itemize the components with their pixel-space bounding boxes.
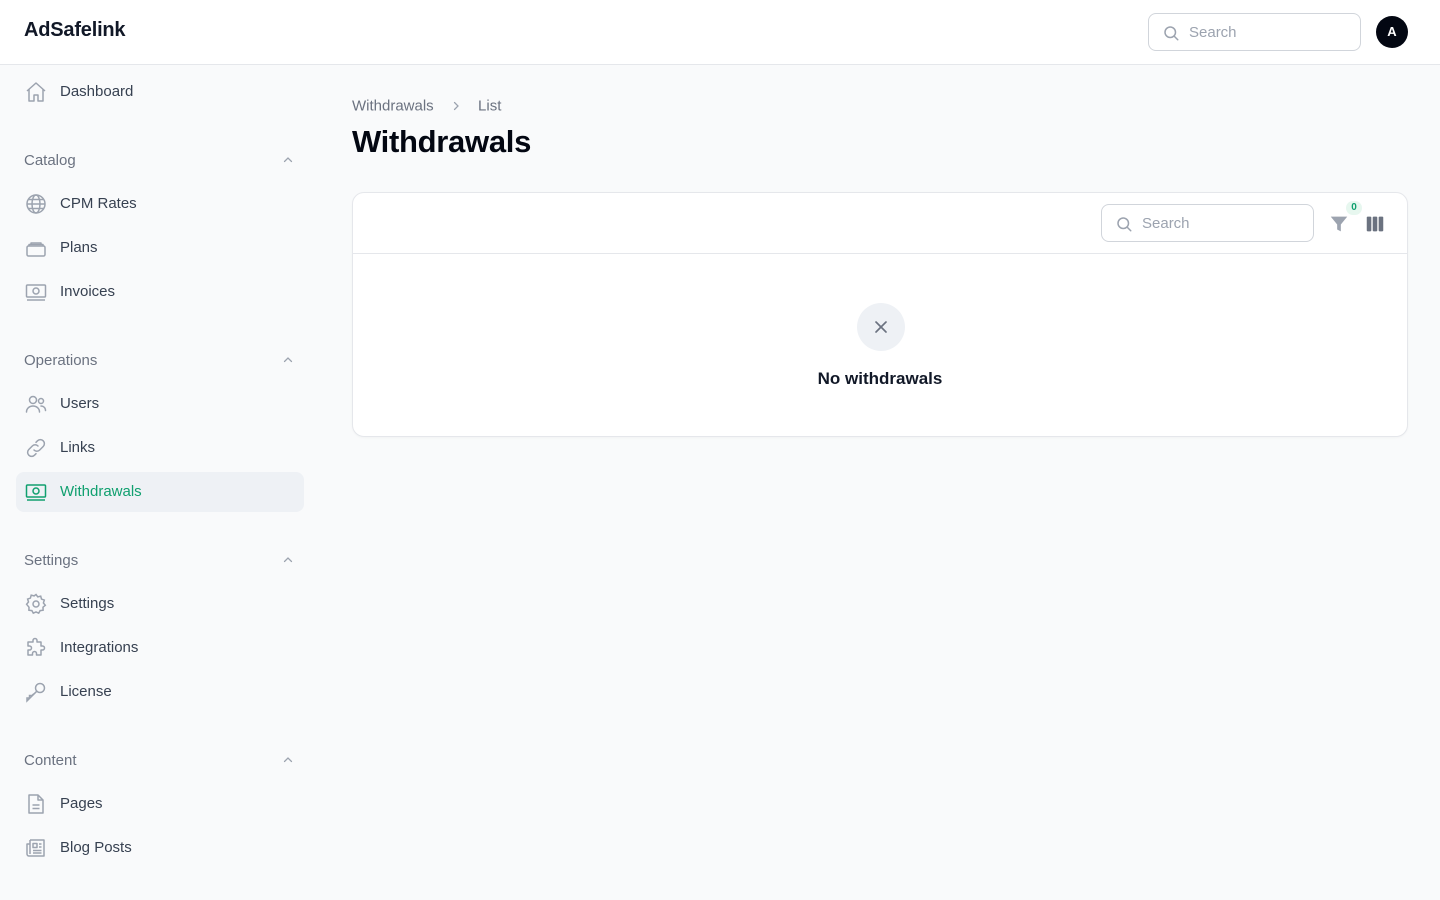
sidebar-item-label: Blog Posts <box>60 839 132 856</box>
group-label: Content <box>24 752 77 769</box>
stack-icon <box>26 242 46 257</box>
banknote-icon <box>25 284 47 301</box>
table-search-input[interactable] <box>1142 205 1302 241</box>
group-operations[interactable]: Operations <box>16 346 304 374</box>
sidebar-item-label: Dashboard <box>60 83 134 100</box>
chevron-up-icon <box>283 557 293 563</box>
sidebar-item-license[interactable]: License <box>16 672 304 712</box>
sidebar-item-label: Withdrawals <box>60 483 142 500</box>
empty-state-icon <box>857 303 905 351</box>
sidebar-item-label: Settings <box>60 595 115 612</box>
banknote-icon <box>25 484 47 501</box>
sidebar: Dashboard Catalog CPM Rates Plans Invoic… <box>0 65 320 900</box>
empty-state-text: No withdrawals <box>817 369 943 388</box>
globe-icon <box>26 194 46 214</box>
document-icon <box>28 794 44 814</box>
sidebar-item-blog-posts[interactable]: Blog Posts <box>16 828 304 868</box>
sidebar-item-links[interactable]: Links <box>16 428 304 468</box>
sidebar-item-label: Integrations <box>60 639 139 656</box>
puzzle-icon <box>27 637 46 656</box>
global-search-input[interactable] <box>1189 14 1349 50</box>
sidebar-item-label: Pages <box>60 795 103 812</box>
key-icon <box>26 682 46 703</box>
breadcrumb-parent[interactable]: Withdrawals <box>352 98 434 115</box>
gear-icon <box>25 593 47 615</box>
sidebar-item-withdrawals[interactable]: Withdrawals <box>16 472 304 512</box>
sidebar-item-users[interactable]: Users <box>16 384 304 424</box>
user-avatar[interactable]: A <box>1376 16 1408 48</box>
group-catalog[interactable]: Catalog <box>16 146 304 174</box>
search-icon <box>1117 217 1132 232</box>
sidebar-item-label: Users <box>60 395 100 412</box>
columns-icon[interactable] <box>1364 213 1386 235</box>
close-icon <box>875 321 887 333</box>
global-search[interactable] <box>1148 13 1361 51</box>
group-label: Catalog <box>24 152 76 169</box>
link-icon <box>26 438 46 458</box>
sidebar-item-plans[interactable]: Plans <box>16 228 304 268</box>
table-search[interactable] <box>1101 204 1314 242</box>
breadcrumb: Withdrawals List <box>352 97 501 115</box>
sidebar-item-dashboard[interactable]: Dashboard <box>16 72 304 112</box>
chevron-up-icon <box>283 157 293 163</box>
top-bar: AdSafelink A <box>0 0 1440 65</box>
sidebar-item-label: License <box>60 683 112 700</box>
newspaper-icon <box>26 839 45 857</box>
sidebar-item-label: Plans <box>60 239 98 256</box>
sidebar-item-pages[interactable]: Pages <box>16 784 304 824</box>
brand-logo[interactable]: AdSafelink <box>24 19 126 42</box>
filter-count-badge: 0 <box>1346 201 1362 215</box>
group-content[interactable]: Content <box>16 746 304 774</box>
page-title: Withdrawals <box>352 124 532 159</box>
group-settings[interactable]: Settings <box>16 546 304 574</box>
sidebar-item-integrations[interactable]: Integrations <box>16 628 304 668</box>
withdrawals-table: 0 No withdrawals <box>352 192 1408 437</box>
table-toolbar: 0 <box>353 193 1407 254</box>
search-icon <box>1164 26 1179 41</box>
sidebar-item-label: CPM Rates <box>60 195 137 212</box>
breadcrumb-current: List <box>478 97 502 115</box>
users-icon <box>25 395 47 413</box>
sidebar-item-label: Links <box>60 439 96 456</box>
chevron-up-icon <box>283 757 293 763</box>
sidebar-item-settings[interactable]: Settings <box>16 584 304 624</box>
sidebar-item-label: Invoices <box>60 283 116 300</box>
chevron-right-icon <box>453 101 459 111</box>
group-label: Settings <box>24 552 79 569</box>
filter-icon[interactable] <box>1328 213 1350 235</box>
chevron-up-icon <box>283 357 293 363</box>
sidebar-item-invoices[interactable]: Invoices <box>16 272 304 312</box>
home-icon <box>26 82 46 102</box>
group-label: Operations <box>24 352 98 369</box>
sidebar-item-cpm-rates[interactable]: CPM Rates <box>16 184 304 224</box>
